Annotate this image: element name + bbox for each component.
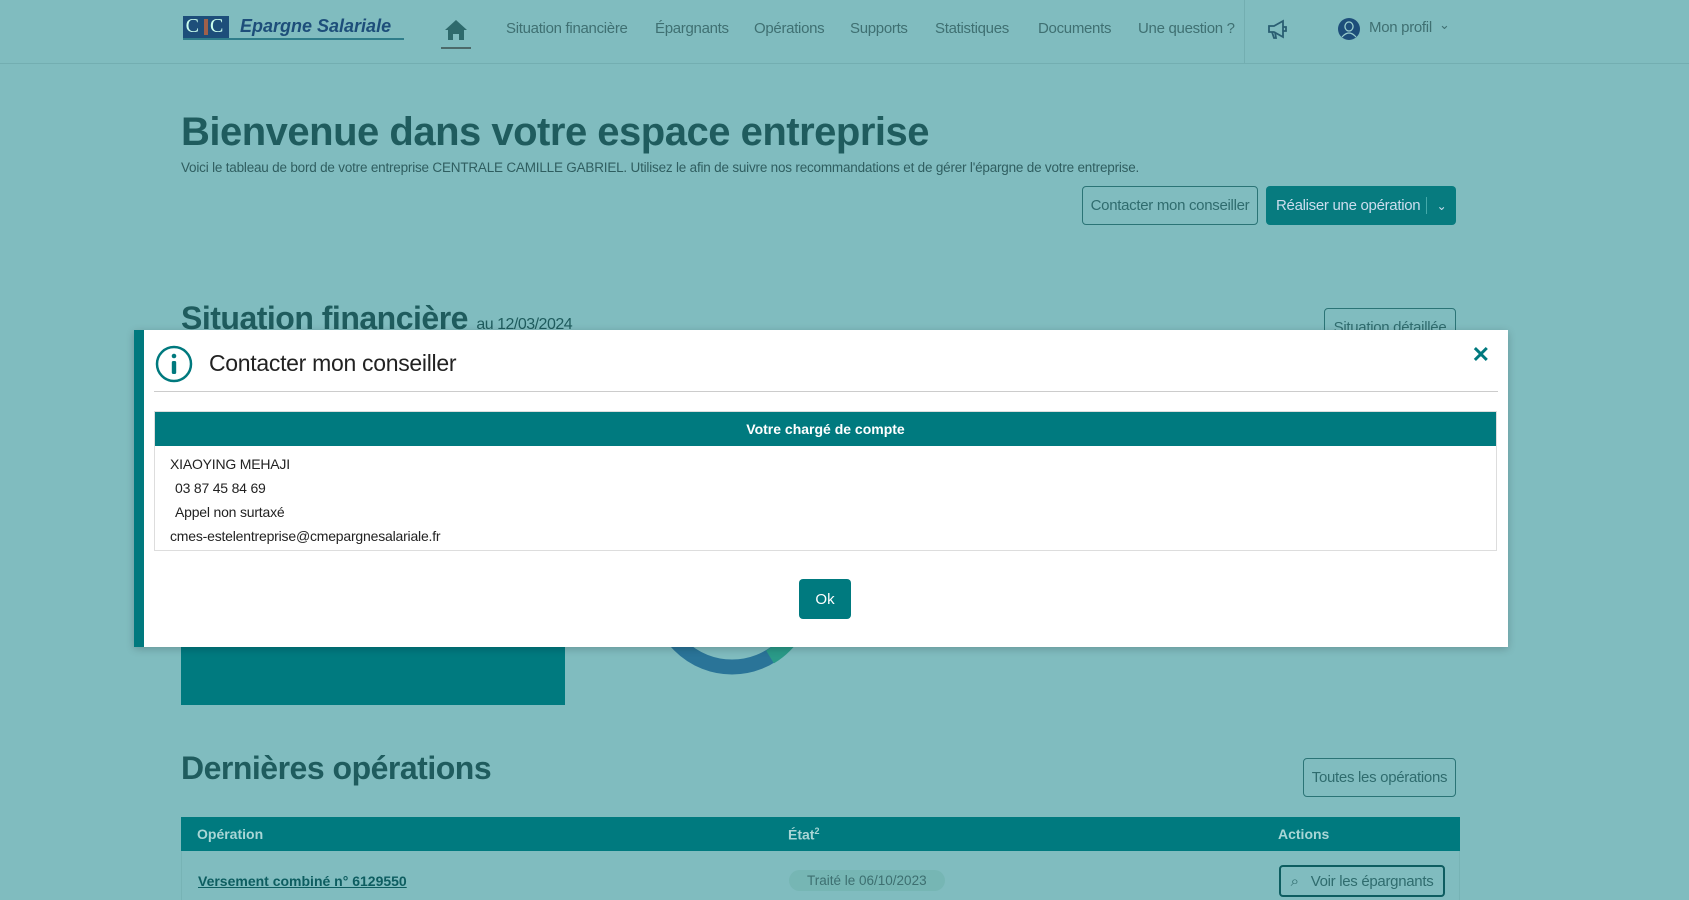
advisor-table: Votre chargé de compte XIAOYING MEHAJI 0…	[154, 411, 1497, 551]
logo[interactable]: CC Epargne Salariale	[183, 15, 404, 40]
page-title: Bienvenue dans votre espace entreprise	[181, 110, 930, 154]
view-savers-button[interactable]: ⌕ Voir les épargnants	[1279, 865, 1445, 897]
chevron-down-icon[interactable]: ⌄	[1439, 17, 1450, 33]
active-indicator	[441, 47, 471, 49]
table-row: Versement combiné n° 6129550 Traité le 0…	[181, 851, 1460, 900]
phone-note: Appel non surtaxé	[175, 504, 285, 520]
search-icon: ⌕	[1290, 872, 1299, 890]
nav-une-question[interactable]: Une question ?	[1138, 20, 1235, 37]
advisor-phone: 03 87 45 84 69	[175, 480, 266, 496]
status-badge: Traité le 06/10/2023	[789, 870, 945, 891]
close-icon[interactable]: ✕	[1472, 342, 1490, 368]
nav-operations[interactable]: Opérations	[754, 20, 825, 37]
profile-menu[interactable]: Mon profil	[1369, 19, 1432, 36]
view-savers-label: Voir les épargnants	[1310, 872, 1434, 890]
contact-advisor-button[interactable]: Contacter mon conseiller	[1082, 186, 1258, 225]
all-operations-button[interactable]: Toutes les opérations	[1303, 758, 1456, 797]
operation-button-label: Réaliser une opération	[1266, 197, 1427, 214]
nav-situation-financiere[interactable]: Situation financière	[506, 20, 628, 37]
modal-title: Contacter mon conseiller	[209, 350, 457, 376]
avatar-icon[interactable]	[1337, 17, 1361, 41]
page-subtitle: Voici le tableau de bord de votre entrep…	[181, 160, 1140, 175]
logo-text: Epargne Salariale	[240, 16, 392, 36]
modal-accent-bar	[134, 330, 144, 647]
nav-documents[interactable]: Documents	[1038, 20, 1111, 37]
nav-epargnants[interactable]: Épargnants	[655, 20, 729, 37]
operations-table-header: Opération État2 Actions	[181, 817, 1460, 851]
col-operation: Opération	[197, 826, 264, 842]
home-icon[interactable]	[443, 16, 469, 50]
nav-supports[interactable]: Supports	[850, 20, 908, 37]
modal-divider	[154, 391, 1498, 392]
advisor-email[interactable]: cmes-estelentreprise@cmepargnesalariale.…	[170, 528, 441, 544]
contact-advisor-modal: Contacter mon conseiller ✕ Votre chargé …	[134, 330, 1508, 647]
megaphone-icon[interactable]	[1266, 17, 1290, 41]
operations-title: Dernières opérations	[181, 750, 492, 786]
nav-statistiques[interactable]: Statistiques	[935, 20, 1009, 37]
logo-mark: CC	[183, 15, 229, 38]
nav-divider	[1244, 0, 1245, 64]
ok-button[interactable]: Ok	[799, 579, 851, 619]
operation-link[interactable]: Versement combiné n° 6129550	[198, 873, 407, 889]
top-nav: CC Epargne Salariale Situation financièr…	[0, 0, 1689, 64]
operation-button[interactable]: Réaliser une opération ⌄	[1266, 186, 1456, 225]
chevron-down-icon[interactable]: ⌄	[1427, 199, 1456, 213]
advisor-name: XIAOYING MEHAJI	[170, 456, 290, 472]
info-icon	[155, 345, 193, 383]
col-actions: Actions	[1278, 826, 1330, 842]
col-etat: État2	[788, 826, 820, 843]
advisor-table-header: Votre chargé de compte	[155, 412, 1496, 446]
